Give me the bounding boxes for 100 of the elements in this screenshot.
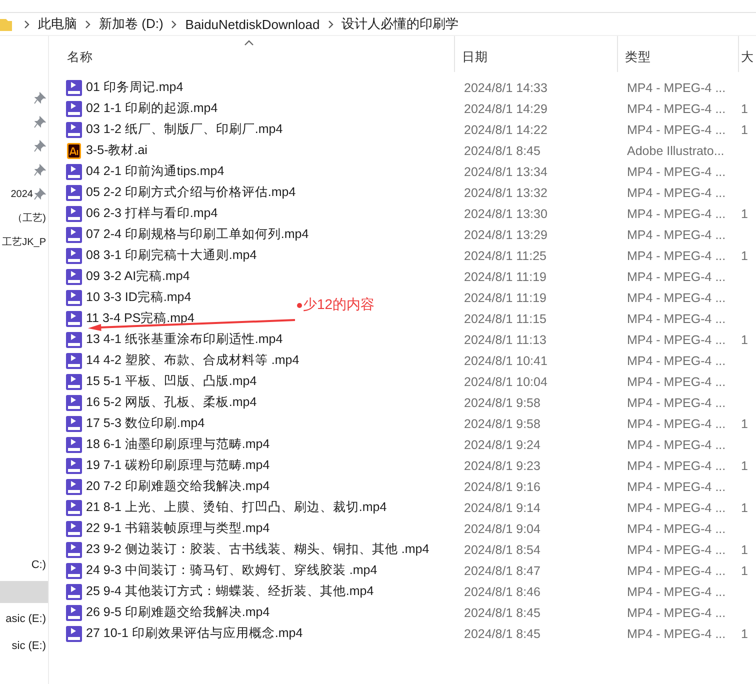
file-date: 2024/8/1 14:29 bbox=[464, 102, 548, 116]
file-type: Adobe Illustrato... bbox=[627, 144, 724, 158]
sidebar-item[interactable]: 2024 bbox=[10, 188, 33, 200]
column-header[interactable]: 类型 bbox=[625, 49, 651, 66]
file-name[interactable]: 22 9-1 书籍装帧原理与类型.mp4 bbox=[86, 520, 270, 537]
file-size: 1 bbox=[741, 458, 748, 472]
file-name[interactable]: 19 7-1 碳粉印刷原理与范畴.mp4 bbox=[86, 457, 270, 474]
file-date: 2024/8/1 9:24 bbox=[464, 438, 540, 452]
file-name[interactable]: 10 3-3 ID完稿.mp4 bbox=[86, 289, 192, 306]
file-name[interactable]: 24 9-3 中间装订：骑马钉、欧姆钉、穿线胶装 .mp4 bbox=[86, 562, 378, 579]
chevron-icon[interactable] bbox=[171, 20, 178, 28]
file-type: MP4 - MPEG-4 ... bbox=[627, 374, 726, 388]
file-name[interactable]: 11 3-4 PS完稿.mp4 bbox=[86, 310, 194, 327]
file-name[interactable]: 14 4-2 塑胶、布款、合成材料等 .mp4 bbox=[86, 352, 300, 369]
chevron-icon[interactable] bbox=[24, 20, 30, 28]
breadcrumb-item[interactable]: 设计人必懂的印刷学 bbox=[342, 15, 459, 33]
file-name[interactable]: 18 6-1 油墨印刷原理与范畴.mp4 bbox=[86, 436, 270, 453]
column-header[interactable]: 名称 bbox=[67, 49, 93, 66]
file-type: MP4 - MPEG-4 ... bbox=[627, 564, 726, 578]
folder-icon bbox=[0, 17, 12, 31]
file-size: 1 bbox=[741, 206, 748, 220]
file-date: 2024/8/1 13:30 bbox=[464, 206, 548, 220]
file-name[interactable]: 25 9-4 其他装订方式：蝴蝶装、经折装、其他.mp4 bbox=[86, 583, 374, 600]
column-header[interactable]: 大 bbox=[741, 49, 754, 66]
file-type: MP4 - MPEG-4 ... bbox=[627, 522, 726, 536]
file-name[interactable]: 15 5-1 平板、凹版、凸版.mp4 bbox=[86, 373, 257, 390]
file-type: MP4 - MPEG-4 ... bbox=[627, 332, 726, 346]
file-name[interactable]: 3-5-教材.ai bbox=[86, 142, 148, 159]
file-name[interactable]: 01 印务周记.mp4 bbox=[86, 79, 184, 96]
file-name[interactable]: 27 10-1 印刷效果评估与应用概念.mp4 bbox=[86, 625, 303, 642]
file-type: MP4 - MPEG-4 ... bbox=[627, 438, 726, 452]
file-name[interactable]: 03 1-2 纸厂、制版厂、印刷厂.mp4 bbox=[86, 121, 283, 138]
file-type: MP4 - MPEG-4 ... bbox=[627, 290, 726, 304]
file-name[interactable]: 17 5-3 数位印刷.mp4 bbox=[86, 415, 205, 432]
file-name[interactable]: 21 8-1 上光、上膜、烫铂、打凹凸、刷边、裁切.mp4 bbox=[86, 499, 387, 516]
file-name[interactable]: 06 2-3 打样与看印.mp4 bbox=[86, 205, 218, 222]
file-date: 2024/8/1 11:13 bbox=[464, 332, 546, 346]
chevron-icon[interactable] bbox=[85, 20, 91, 28]
file-name[interactable]: 16 5-2 网版、孔板、柔板.mp4 bbox=[86, 394, 257, 411]
file-type: MP4 - MPEG-4 ... bbox=[627, 122, 726, 136]
file-type: MP4 - MPEG-4 ... bbox=[627, 80, 726, 94]
file-type: MP4 - MPEG-4 ... bbox=[627, 102, 726, 116]
file-type: MP4 - MPEG-4 ... bbox=[627, 354, 726, 368]
file-type: MP4 - MPEG-4 ... bbox=[627, 228, 726, 242]
file-date: 2024/8/1 11:19 bbox=[464, 270, 546, 284]
file-date: 2024/8/1 11:25 bbox=[464, 248, 546, 262]
file-name[interactable]: 26 9-5 印刷难题交给我解决.mp4 bbox=[86, 604, 270, 621]
file-date: 2024/8/1 13:34 bbox=[464, 164, 548, 178]
file-name[interactable]: 07 2-4 印刷规格与印刷工单如何列.mp4 bbox=[86, 226, 309, 243]
file-date: 2024/8/1 8:47 bbox=[464, 564, 540, 578]
file-date: 2024/8/1 9:16 bbox=[464, 480, 540, 494]
file-name[interactable]: 20 7-2 印刷难题交给我解决.mp4 bbox=[86, 478, 270, 495]
file-date: 2024/8/1 13:29 bbox=[464, 228, 548, 242]
file-type: MP4 - MPEG-4 ... bbox=[627, 164, 726, 178]
file-size: 1 bbox=[741, 248, 748, 262]
file-size: 1 bbox=[741, 332, 748, 346]
file-size: 1 bbox=[741, 416, 748, 430]
file-type: MP4 - MPEG-4 ... bbox=[627, 312, 726, 326]
file-name[interactable]: 04 2-1 印前沟通tips.mp4 bbox=[86, 163, 224, 180]
file-date: 2024/8/1 11:15 bbox=[464, 312, 546, 326]
sidebar-drive-item[interactable]: sic (E:) bbox=[0, 635, 48, 657]
file-type: MP4 - MPEG-4 ... bbox=[627, 416, 726, 430]
file-date: 2024/8/1 9:04 bbox=[464, 522, 540, 536]
file-size: 1 bbox=[741, 542, 748, 556]
file-date: 2024/8/1 9:23 bbox=[464, 458, 540, 472]
sidebar-drive-item[interactable]: asic (E:) bbox=[0, 608, 48, 630]
file-date: 2024/8/1 8:45 bbox=[464, 626, 540, 640]
file-name[interactable]: 02 1-1 印刷的起源.mp4 bbox=[86, 100, 218, 117]
file-name[interactable]: 23 9-2 侧边装订：胶装、古书线装、糊头、铜扣、其他 .mp4 bbox=[86, 541, 430, 558]
file-date: 2024/8/1 11:19 bbox=[464, 290, 546, 304]
file-date: 2024/8/1 8:46 bbox=[464, 584, 540, 598]
file-size: 1 bbox=[741, 626, 748, 640]
file-date: 2024/8/1 14:33 bbox=[464, 80, 548, 94]
file-type: MP4 - MPEG-4 ... bbox=[627, 458, 726, 472]
file-type: MP4 - MPEG-4 ... bbox=[627, 270, 726, 284]
dot-icon bbox=[297, 302, 302, 308]
file-size: 1 bbox=[741, 564, 748, 578]
file-name[interactable]: 13 4-1 纸张基重涂布印刷适性.mp4 bbox=[86, 331, 283, 348]
file-type: MP4 - MPEG-4 ... bbox=[627, 626, 726, 640]
breadcrumb-item[interactable]: 此电脑 bbox=[38, 15, 77, 33]
file-type: MP4 - MPEG-4 ... bbox=[627, 248, 726, 262]
sidebar-item[interactable]: （工艺) bbox=[12, 211, 46, 225]
file-name[interactable]: 08 3-1 印刷完稿十大通则.mp4 bbox=[86, 247, 257, 264]
breadcrumb-item[interactable]: BaiduNetdiskDownload bbox=[185, 16, 320, 32]
breadcrumb-item[interactable]: 新加卷 (D:) bbox=[99, 15, 164, 33]
chevron-icon[interactable] bbox=[328, 20, 334, 28]
sidebar-drive-item[interactable]: C:) bbox=[0, 554, 48, 576]
file-type: MP4 - MPEG-4 ... bbox=[627, 500, 726, 514]
file-date: 2024/8/1 9:14 bbox=[464, 500, 540, 514]
file-type: MP4 - MPEG-4 ... bbox=[627, 396, 726, 410]
column-header[interactable]: 日期 bbox=[462, 49, 488, 66]
file-name[interactable]: 05 2-2 印刷方式介绍与价格评估.mp4 bbox=[86, 184, 296, 201]
file-size: 1 bbox=[741, 500, 748, 514]
file-date: 2024/8/1 14:22 bbox=[464, 122, 548, 136]
file-date: 2024/8/1 10:04 bbox=[464, 374, 548, 388]
file-name[interactable]: 09 3-2 AI完稿.mp4 bbox=[86, 268, 190, 285]
file-date: 2024/8/1 8:45 bbox=[464, 144, 540, 158]
file-type: MP4 - MPEG-4 ... bbox=[627, 606, 726, 620]
sidebar-item[interactable]: 工艺JK_P bbox=[2, 235, 46, 249]
file-size: 1 bbox=[741, 102, 748, 116]
